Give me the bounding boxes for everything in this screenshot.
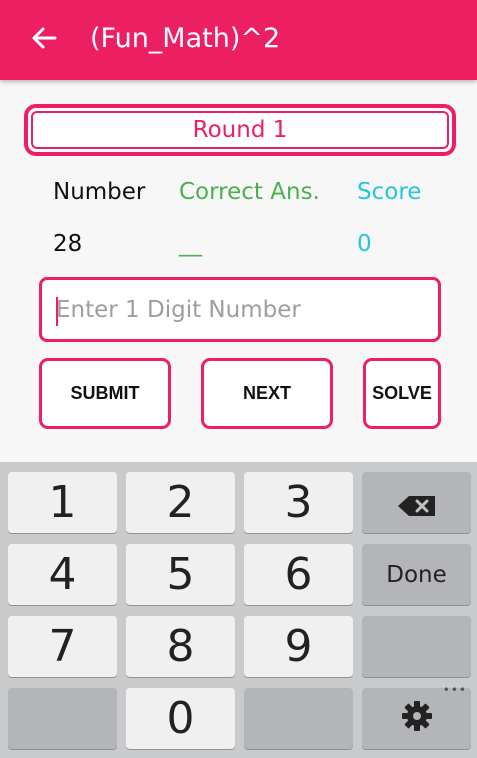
blank-key-middle bbox=[244, 688, 353, 749]
score-header: Score bbox=[357, 179, 422, 205]
arrow-left-icon bbox=[31, 27, 57, 53]
key-6[interactable]: 6 bbox=[244, 544, 353, 605]
key-4[interactable]: 4 bbox=[8, 544, 117, 605]
next-button[interactable]: NEXT bbox=[201, 358, 333, 429]
round-indicator: Round 1 bbox=[24, 104, 456, 156]
score-value: 0 bbox=[357, 231, 372, 257]
blank-key-right bbox=[362, 616, 471, 677]
key-9[interactable]: 9 bbox=[244, 616, 353, 677]
key-3[interactable]: 3 bbox=[244, 472, 353, 533]
number-value: 28 bbox=[53, 231, 83, 257]
backspace-icon bbox=[397, 477, 437, 528]
key-0[interactable]: 0 bbox=[126, 688, 235, 749]
app-title: (Fun_Math)^2 bbox=[90, 23, 281, 54]
key-1[interactable]: 1 bbox=[8, 472, 117, 533]
blank-key-left bbox=[8, 688, 117, 749]
round-label: Round 1 bbox=[31, 111, 449, 149]
key-5[interactable]: 5 bbox=[126, 544, 235, 605]
submit-button[interactable]: SUBMIT bbox=[39, 358, 171, 429]
app-bar: (Fun_Math)^2 bbox=[0, 0, 477, 80]
answer-input[interactable] bbox=[42, 280, 438, 339]
backspace-key[interactable] bbox=[362, 472, 471, 533]
gear-icon bbox=[400, 693, 434, 744]
correct-answer-value: __ bbox=[179, 231, 202, 257]
back-button[interactable] bbox=[22, 18, 66, 62]
done-key[interactable]: Done bbox=[362, 544, 471, 605]
text-cursor bbox=[56, 297, 58, 326]
answer-input-field[interactable] bbox=[39, 277, 441, 342]
solve-button[interactable]: SOLVE bbox=[363, 358, 441, 429]
settings-key[interactable] bbox=[362, 688, 471, 749]
key-7[interactable]: 7 bbox=[8, 616, 117, 677]
key-8[interactable]: 8 bbox=[126, 616, 235, 677]
correct-answer-header: Correct Ans. bbox=[179, 179, 320, 205]
done-key-label: Done bbox=[386, 561, 447, 588]
number-header: Number bbox=[53, 179, 146, 205]
more-dots-icon: ••• bbox=[442, 683, 467, 697]
key-2[interactable]: 2 bbox=[126, 472, 235, 533]
